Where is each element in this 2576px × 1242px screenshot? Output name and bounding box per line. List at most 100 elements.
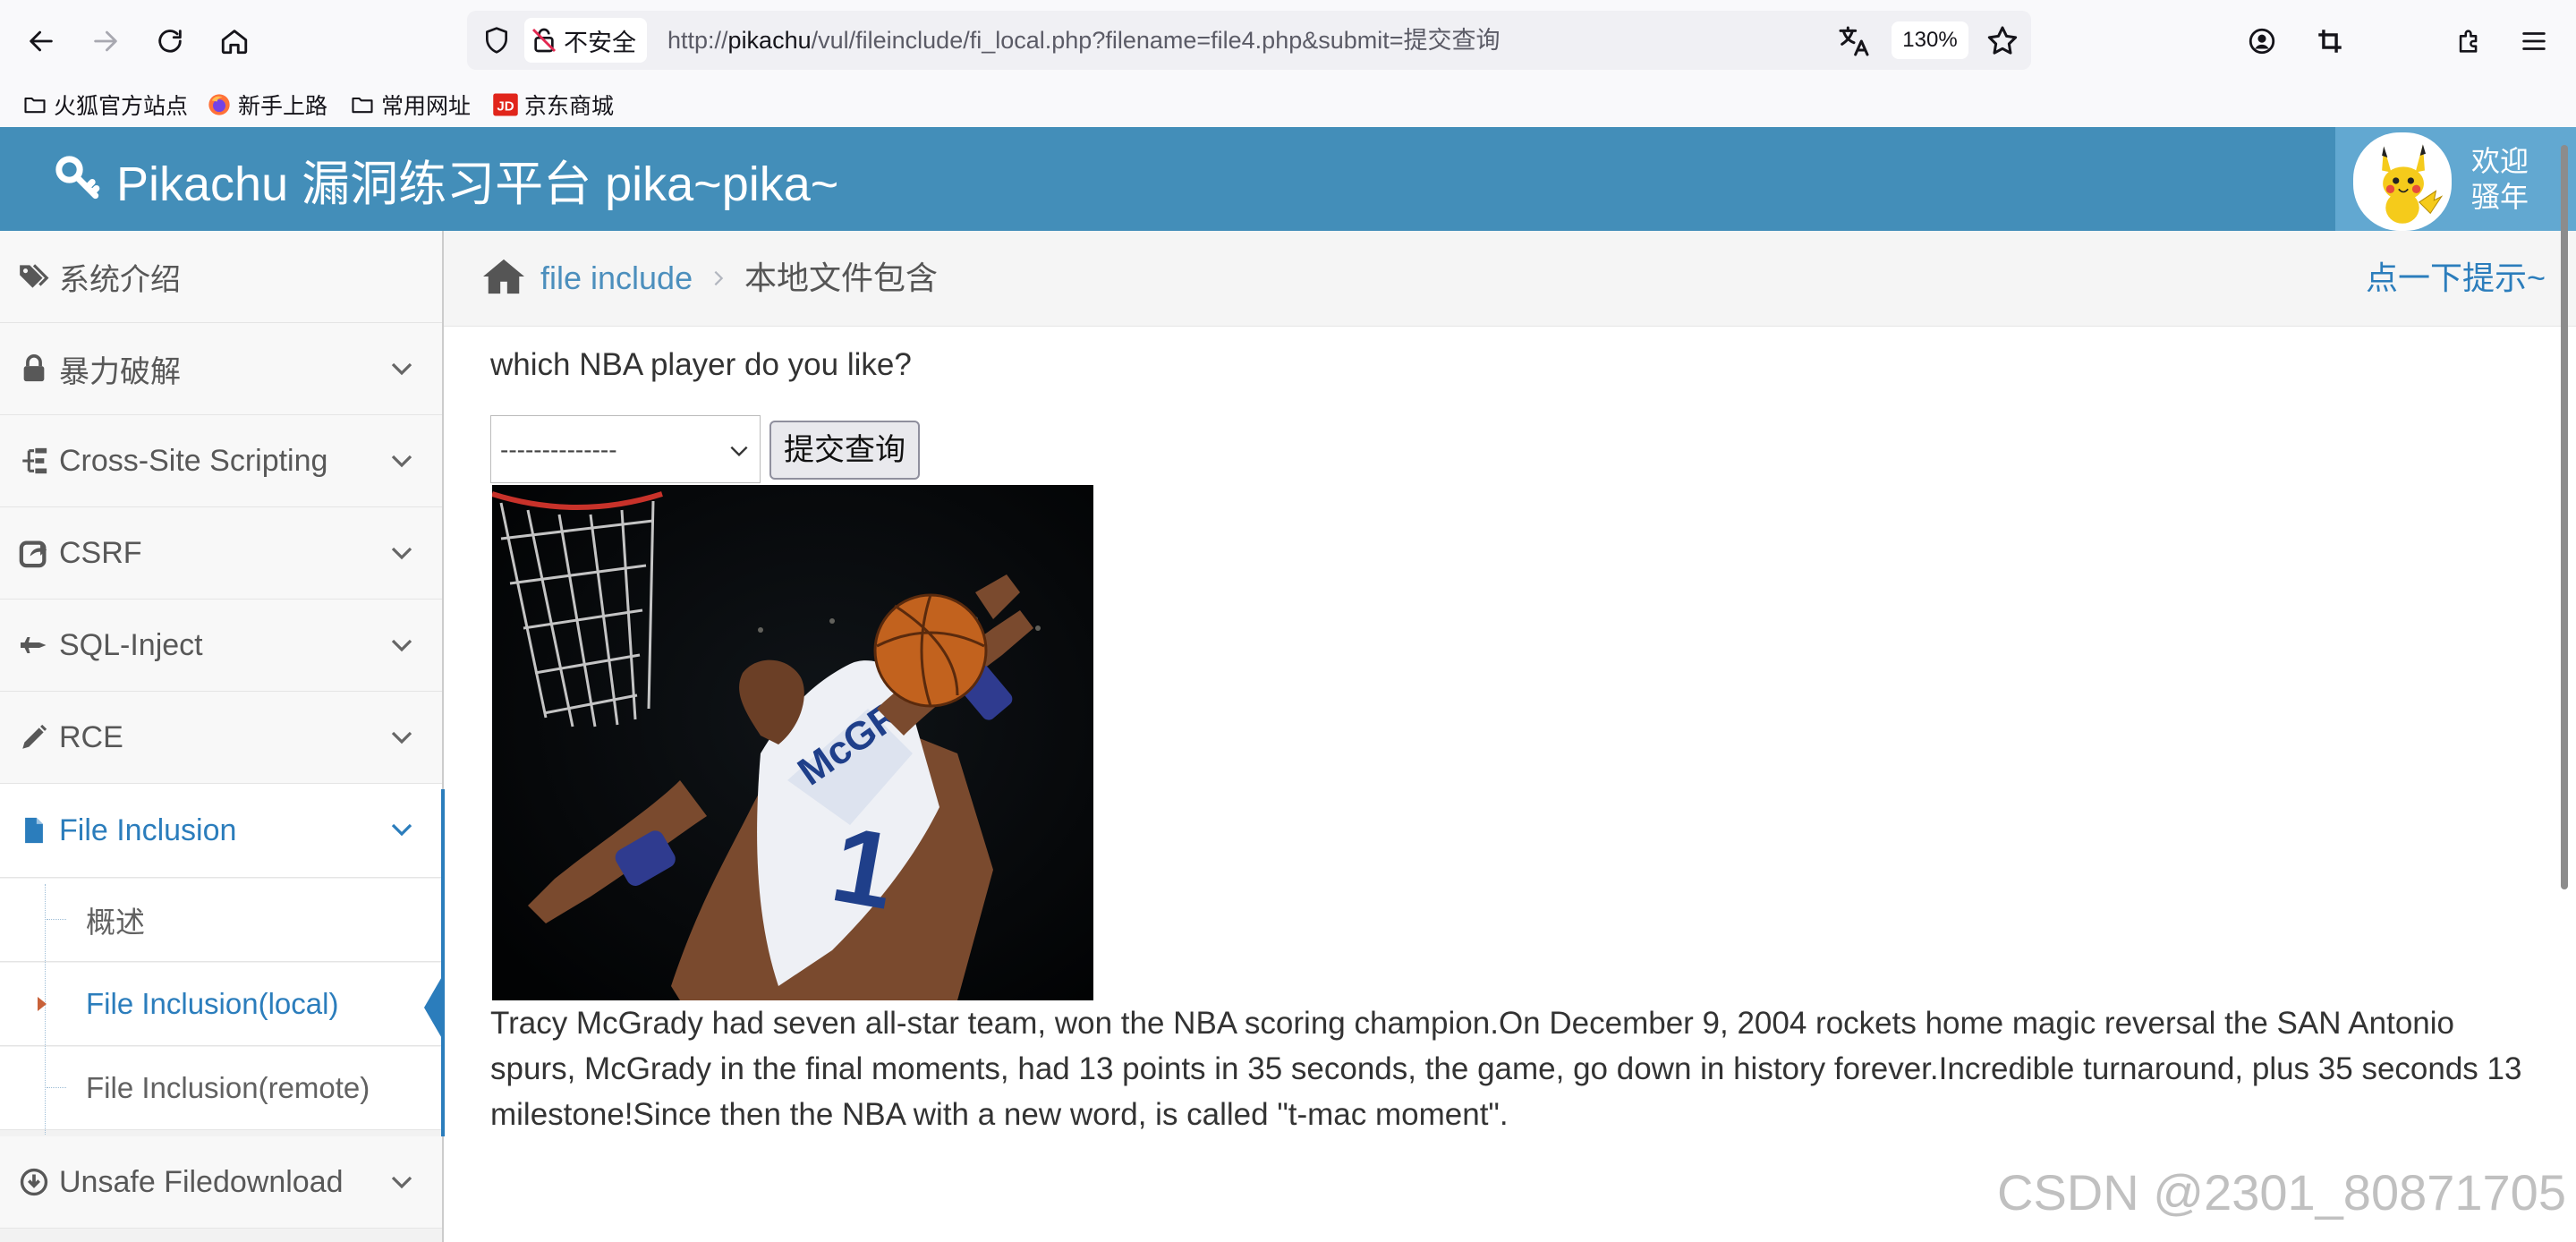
bookmark-star-icon[interactable] [1985, 23, 2020, 59]
page-scrollbar[interactable] [2561, 145, 2568, 889]
puzzle-icon [2459, 30, 2478, 53]
bookmark-label: 火狐官方站点 [54, 94, 189, 119]
sidebar-item-rce[interactable]: RCE [0, 692, 442, 784]
translate-icon[interactable] [1836, 23, 1872, 59]
bookmarks-bar: 火狐官方站点 新手上路 常用网址 JD 京东商城 [0, 82, 2576, 128]
url-bar[interactable]: 不安全 http://pikachu/vul/fileinclude/fi_lo… [467, 11, 2031, 70]
security-indicator[interactable]: 不安全 [524, 18, 647, 63]
chevron-down-icon [730, 446, 748, 457]
submit-button[interactable]: 提交查询 [769, 421, 920, 480]
jd-logo-icon: JD [492, 91, 519, 118]
fighter-jet-icon [14, 625, 54, 665]
file-icon [14, 811, 54, 850]
back-button[interactable] [16, 16, 66, 66]
tags-icon [14, 257, 54, 296]
sidebar-item-label: RCE [59, 719, 123, 754]
url-host: pikachu [727, 27, 812, 54]
chevron-down-icon [391, 1176, 412, 1189]
bookmark-item[interactable]: 常用网址 [349, 88, 471, 122]
sidebar-item-label: SQL-Inject [59, 627, 203, 662]
active-section-bar [441, 789, 445, 1136]
breadcrumb: file include 本地文件包含 点一下提示~ [444, 231, 2576, 327]
chevron-down-icon [391, 547, 412, 560]
tree-list-icon [14, 441, 54, 481]
sidebar: 系统介绍 暴力破解 Cross-Site Scripting CSRF SQL-… [0, 231, 444, 1242]
account-icon [2249, 28, 2275, 55]
sidebar-subitem-label: File Inclusion(remote) [86, 1071, 370, 1104]
chevron-down-icon [391, 731, 412, 744]
chevron-down-icon [391, 362, 412, 376]
sidebar-item-csrf[interactable]: CSRF [0, 507, 442, 600]
sidebar-subitem-remote[interactable]: File Inclusion(remote) [0, 1047, 442, 1130]
brand[interactable]: Pikachu 漏洞练习平台 pika~pika~ [54, 127, 838, 231]
download-circle-icon [14, 1162, 54, 1202]
bookmark-label: 新手上路 [238, 94, 328, 119]
caret-right-icon [38, 997, 47, 1011]
share-square-icon [14, 533, 54, 573]
home-icon[interactable] [481, 256, 526, 297]
brand-title: Pikachu 漏洞练习平台 pika~pika~ [116, 157, 839, 211]
reload-button[interactable] [145, 16, 195, 66]
extensions-button[interactable] [2444, 16, 2495, 66]
welcome-text: 欢迎 骚年 [2471, 143, 2529, 215]
bookmark-item[interactable]: 火狐官方站点 [21, 88, 188, 122]
hint-link[interactable]: 点一下提示~ [2366, 231, 2546, 326]
account-button[interactable] [2237, 16, 2287, 66]
chevron-right-icon [714, 270, 724, 286]
forward-button[interactable] [81, 16, 131, 66]
sidebar-item-label: 暴力破解 [59, 354, 181, 389]
hamburger-menu-icon [2522, 32, 2546, 50]
bookmark-label: 京东商城 [524, 94, 615, 119]
reload-icon [158, 30, 182, 53]
zoom-level-badge[interactable]: 130% [1892, 21, 1968, 59]
bookmark-item[interactable]: JD 京东商城 [492, 88, 614, 122]
sidebar-subitem-local[interactable]: File Inclusion(local) [0, 963, 442, 1046]
bookmark-label: 常用网址 [381, 94, 472, 119]
sidebar-item-brute-force[interactable]: 暴力破解 [0, 323, 442, 415]
tree-connector [47, 1087, 66, 1088]
player-select[interactable]: -------------- [490, 415, 761, 483]
home-outline-icon [221, 30, 248, 55]
lock-icon [14, 349, 54, 388]
select-value: -------------- [500, 436, 617, 464]
sidebar-item-xss[interactable]: Cross-Site Scripting [0, 415, 442, 507]
tree-connector [47, 919, 66, 920]
chevron-down-icon [391, 823, 412, 837]
sidebar-item-unsafe-filedownload[interactable]: Unsafe Filedownload [0, 1136, 442, 1229]
security-label: 不安全 [564, 29, 636, 56]
sidebar-subitem-label: File Inclusion(local) [86, 987, 339, 1020]
browser-toolbar: 不安全 http://pikachu/vul/fileinclude/fi_lo… [0, 0, 2576, 82]
sidebar-item-label: Unsafe Filedownload [59, 1164, 344, 1199]
player-description: Tracy McGrady had seven all-star team, w… [490, 1006, 2522, 1132]
basketball-dunk-image: McGRADY 1 [492, 485, 1093, 1000]
shield-icon[interactable] [478, 21, 515, 59]
sidebar-item-intro[interactable]: 系统介绍 [0, 231, 442, 323]
screenshot-button[interactable] [2305, 16, 2355, 66]
user-menu[interactable]: 欢迎 骚年 [2335, 127, 2576, 231]
pikachu-avatar-icon [2356, 135, 2449, 228]
arrow-left-icon [30, 30, 53, 52]
watermark: CSDN @2301_80871705 [1997, 1164, 2566, 1221]
question-text: which NBA player do you like? [490, 347, 912, 382]
sidebar-item-file-inclusion[interactable]: File Inclusion [0, 784, 442, 878]
insecure-lock-icon [531, 28, 557, 53]
avatar [2353, 132, 2452, 231]
menu-button[interactable] [2509, 16, 2559, 66]
url-prefix: http:// [667, 27, 728, 54]
arrow-right-icon [94, 30, 117, 52]
bookmark-item[interactable]: 新手上路 [206, 88, 327, 122]
welcome-line: 欢迎 [2471, 145, 2529, 177]
sidebar-subitem-overview[interactable]: 概述 [0, 879, 442, 962]
player-photo: McGRADY 1 [492, 485, 1093, 1000]
sidebar-item-label: Cross-Site Scripting [59, 443, 328, 478]
home-button[interactable] [209, 16, 259, 66]
firefox-icon [206, 91, 233, 118]
chevron-down-icon [391, 639, 412, 652]
sidebar-item-label: CSRF [59, 535, 142, 570]
sidebar-item-sql-inject[interactable]: SQL-Inject [0, 600, 442, 692]
folder-icon [21, 91, 48, 118]
crop-icon [2318, 30, 2342, 53]
key-icon [55, 156, 100, 200]
breadcrumb-link[interactable]: file include [540, 231, 693, 326]
url-text[interactable]: http://pikachu/vul/fileinclude/fi_local.… [667, 11, 1501, 70]
